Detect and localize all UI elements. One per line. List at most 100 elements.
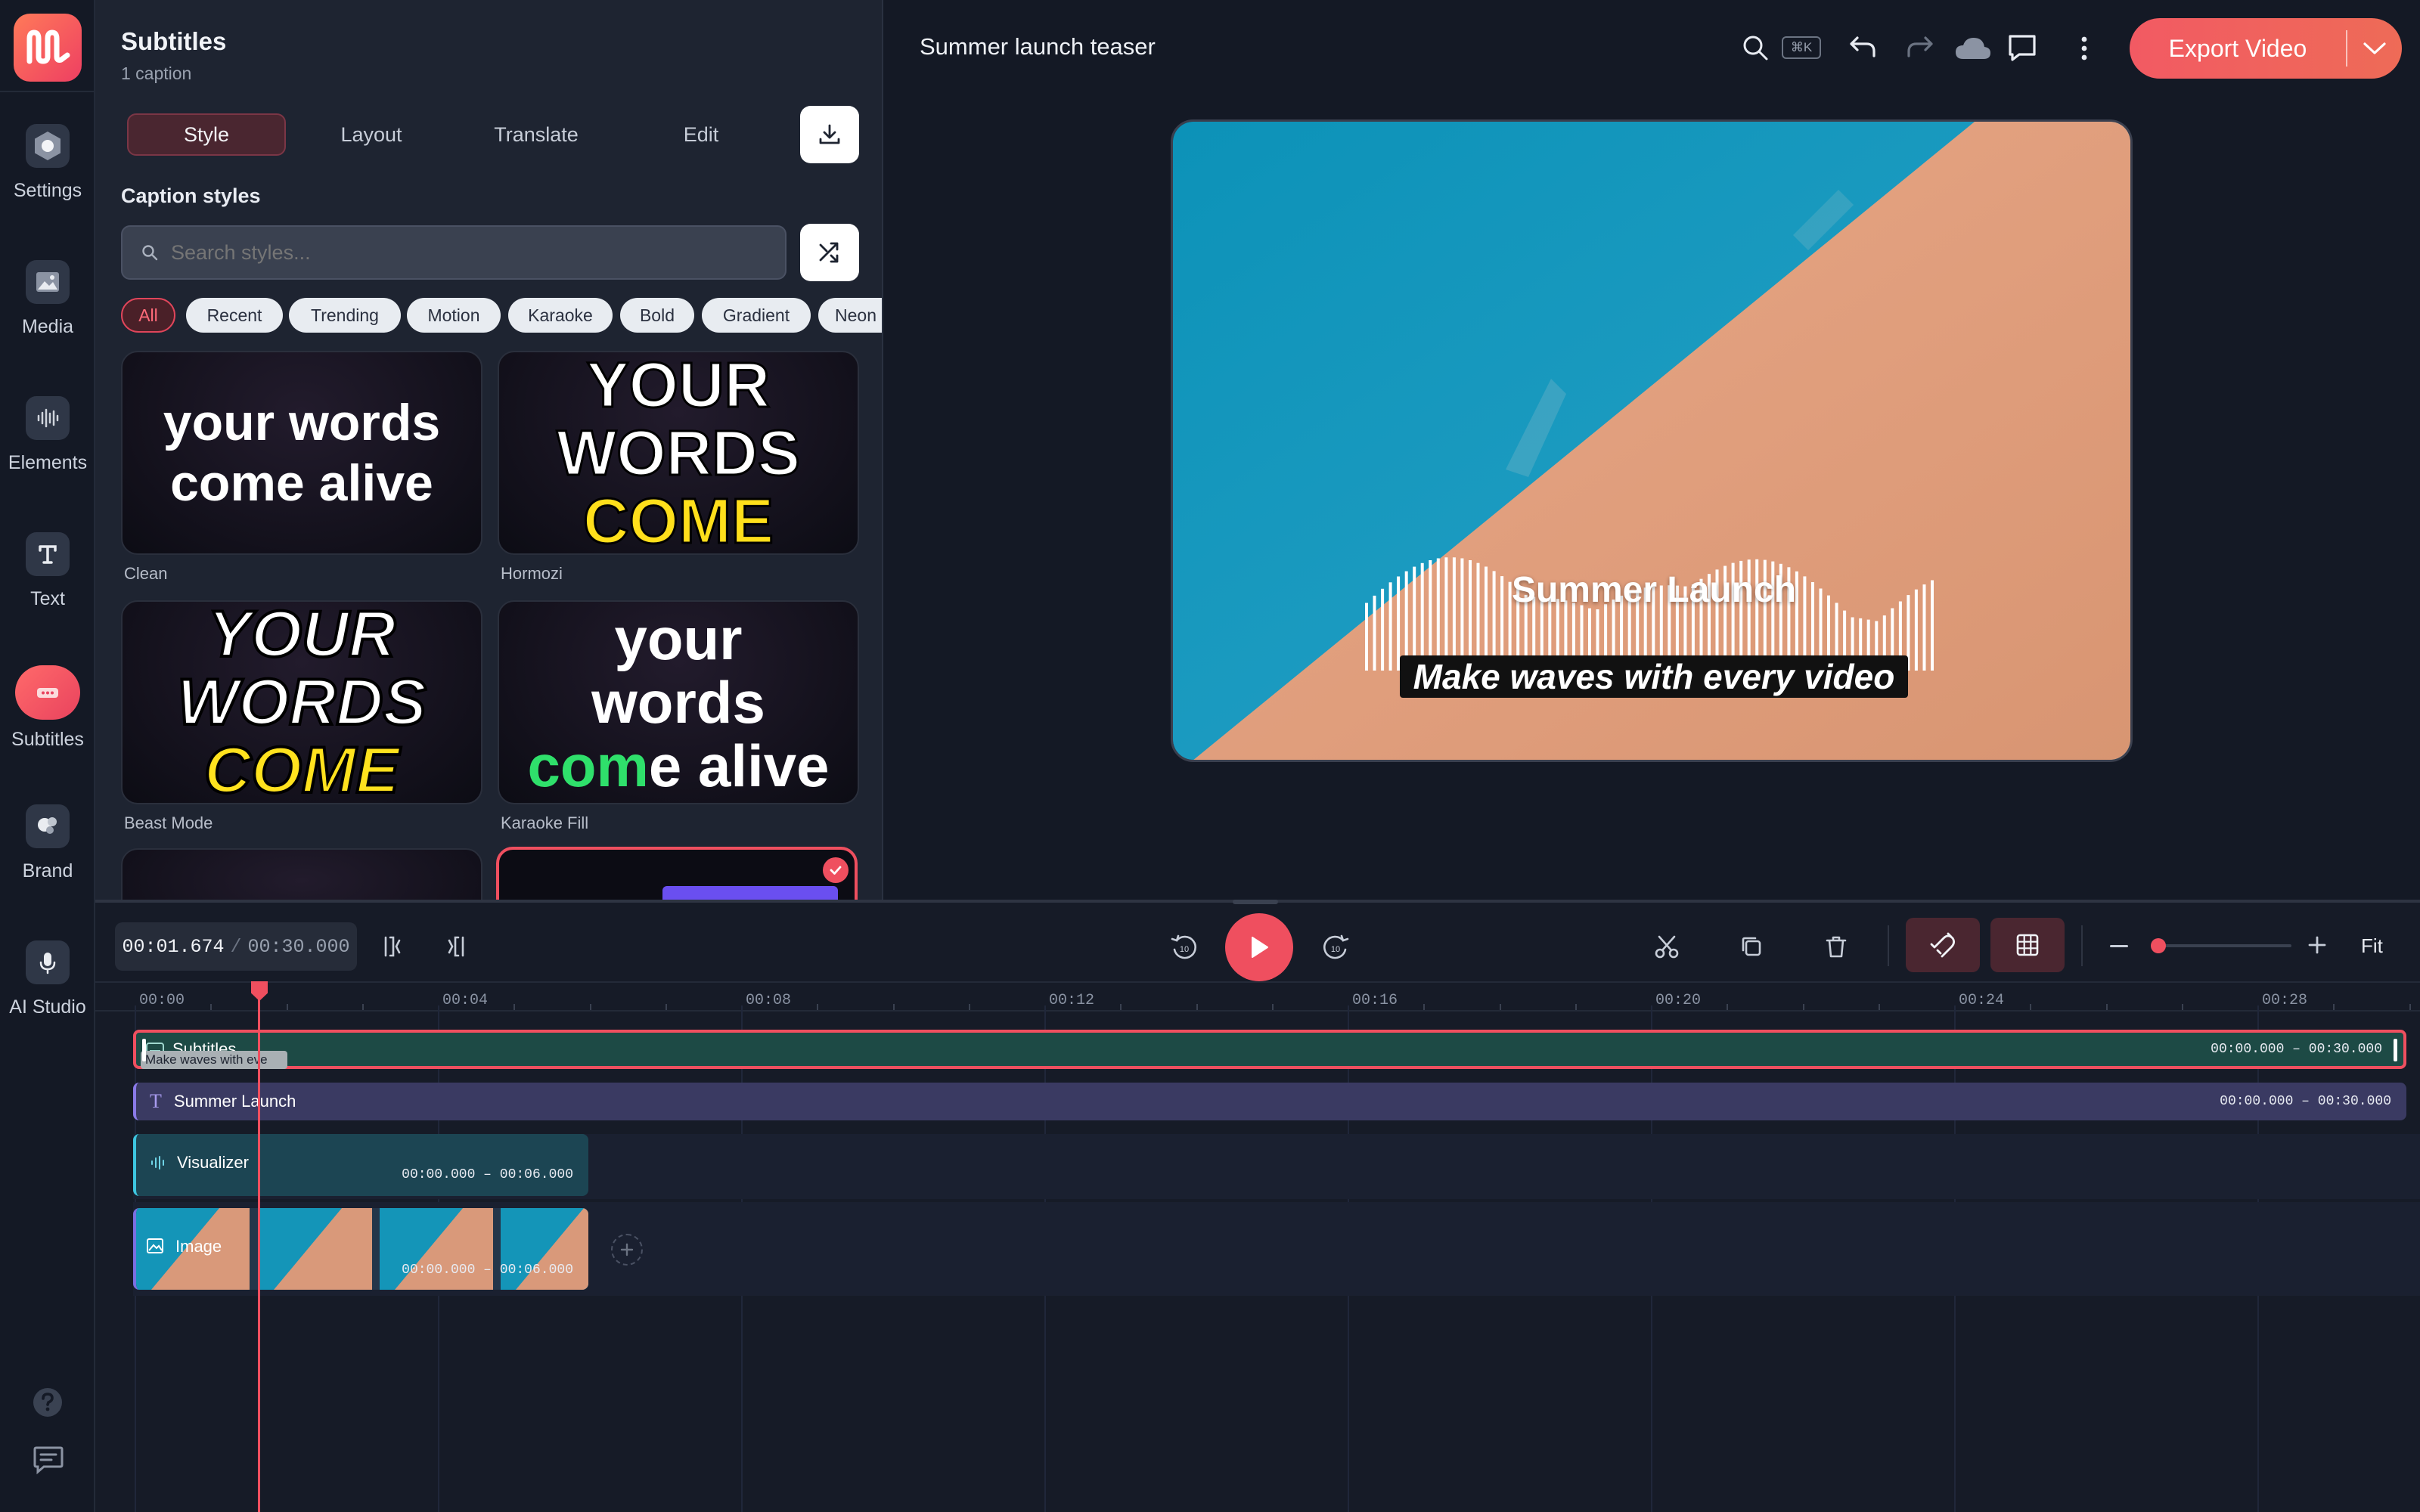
rewind-10-icon[interactable]: 10 [1165, 928, 1204, 968]
tab-style[interactable]: Style [127, 113, 286, 156]
playhead[interactable] [258, 983, 260, 1512]
more-options-icon[interactable] [2071, 33, 2098, 64]
grid-snap-button[interactable] [1990, 918, 2065, 972]
fit-button[interactable]: Fit [2361, 934, 2383, 958]
comment-icon[interactable] [2007, 33, 2037, 62]
trim-end-icon[interactable] [437, 928, 473, 965]
plus-icon [620, 1243, 634, 1256]
play-icon [1252, 937, 1268, 958]
download-icon [819, 124, 840, 144]
rail-label: Brand [22, 860, 73, 881]
tab-translate[interactable]: Translate [457, 113, 616, 156]
filter-trending[interactable]: Trending [289, 298, 401, 333]
style-name: Karaoke Fill [501, 813, 589, 832]
filter-motion[interactable]: Motion [407, 298, 501, 333]
section-title: Caption styles [121, 184, 261, 207]
chevron-down-icon [2363, 42, 2386, 54]
subtitles-track[interactable]: Subtitles 00:00.000 – 00:30.000 Make wav… [133, 1030, 2406, 1069]
text-icon [26, 532, 70, 576]
track-handle-left[interactable] [142, 1039, 146, 1061]
rail-item-subtitles[interactable]: Subtitles [0, 665, 95, 779]
rail-item-ai-studio[interactable]: AI Studio [0, 940, 95, 1054]
ruler-minor-tick [2181, 1004, 2183, 1010]
style-card-partial[interactable] [121, 848, 482, 900]
rail-item-text[interactable]: Text [0, 532, 95, 646]
caption-chip[interactable]: Make waves with eve [141, 1051, 287, 1069]
scissors-icon[interactable] [1649, 928, 1685, 965]
style-card-clean[interactable]: your words come alive [121, 351, 482, 555]
filter-gradient[interactable]: Gradient [702, 298, 811, 333]
preview-caption[interactable]: Make waves with every video [1400, 655, 1908, 698]
duplicate-icon[interactable] [1733, 928, 1770, 965]
rail-item-settings[interactable]: Settings [0, 124, 95, 237]
rail-item-brand[interactable]: Brand [0, 804, 95, 918]
magnet-snap-button[interactable] [1906, 918, 1980, 972]
text-track[interactable]: T Summer Launch 00:00.000 – 00:30.000 [133, 1083, 2406, 1120]
video-preview[interactable]: Summer Launch Make waves with every vide… [1171, 119, 2133, 762]
zoom-out-icon[interactable] [2102, 933, 2136, 960]
feedback-icon[interactable] [32, 1445, 65, 1476]
play-button[interactable] [1225, 913, 1293, 981]
preview-line: WORDS [175, 666, 428, 739]
ruler-minor-tick [1727, 1004, 1729, 1010]
add-clip-button[interactable] [611, 1234, 643, 1266]
preview-line: YOUR [206, 600, 397, 671]
project-title[interactable]: Summer launch teaser [920, 33, 1156, 60]
download-button[interactable] [800, 106, 859, 163]
redo-icon[interactable] [1904, 33, 1934, 60]
style-card-selected[interactable] [496, 847, 858, 900]
zoom-slider[interactable] [2151, 938, 2291, 953]
forward-10-icon[interactable]: 10 [1316, 928, 1355, 968]
zoom-in-icon[interactable] [2302, 930, 2332, 960]
filter-recent[interactable]: Recent [186, 298, 283, 333]
preview-title-text[interactable]: Summer Launch [1173, 569, 2130, 611]
image-icon [147, 1238, 163, 1253]
rail-item-elements[interactable]: Elements [0, 396, 95, 510]
rail-label: Settings [13, 180, 82, 201]
style-card-karaoke-fill[interactable]: your words come alive [498, 600, 859, 804]
tab-edit[interactable]: Edit [622, 113, 780, 156]
app-logo[interactable] [14, 14, 82, 82]
ruler-tick-label: 00:20 [1655, 992, 1702, 1009]
preview-line: your [614, 606, 743, 672]
filter-bold[interactable]: Bold [620, 298, 694, 333]
ruler-minor-tick [2030, 1004, 2032, 1010]
ruler-minor-tick [2333, 1004, 2335, 1010]
style-card-beast-mode[interactable]: YOUR WORDS COME [121, 600, 482, 804]
export-dropdown[interactable] [2347, 41, 2402, 56]
help-icon[interactable] [32, 1387, 64, 1418]
track-range: 00:00.000 – 00:30.000 [2211, 1042, 2382, 1057]
grid-icon [2016, 934, 2039, 956]
ruler-minor-tick [1499, 1004, 1501, 1010]
panel-title: Subtitles [121, 27, 227, 55]
style-card-hormozi[interactable]: YOUR WORDS COME [498, 351, 859, 555]
undo-icon[interactable] [1848, 33, 1879, 60]
export-video-button[interactable]: Export Video [2130, 18, 2402, 79]
delete-icon[interactable] [1818, 928, 1854, 965]
search-icon[interactable] [1741, 33, 1770, 62]
text-icon: T [150, 1090, 162, 1112]
cloud-icon[interactable] [1953, 35, 1992, 62]
search-input[interactable] [171, 230, 761, 275]
resize-handle[interactable] [1233, 900, 1278, 904]
filter-karaoke[interactable]: Karaoke [508, 298, 613, 333]
ruler-tick-label: 00:16 [1352, 992, 1398, 1009]
preview-line: come alive [170, 454, 433, 512]
tab-layout[interactable]: Layout [292, 113, 451, 156]
shuffle-button[interactable] [800, 224, 859, 281]
ruler-tick-label: 00:12 [1049, 992, 1095, 1009]
filter-neon[interactable]: Neon [818, 298, 882, 333]
toolbar-divider [1888, 925, 1889, 966]
ruler-tick-label: 00:04 [442, 992, 489, 1009]
image-track[interactable]: Image 00:00.000 – 00:06.000 [133, 1208, 588, 1290]
visualizer-track[interactable]: Visualizer 00:00.000 – 00:06.000 [133, 1134, 588, 1196]
svg-text:10: 10 [1331, 945, 1340, 954]
track-handle-right[interactable] [2394, 1039, 2397, 1061]
filter-all[interactable]: All [121, 298, 175, 333]
trim-start-icon[interactable] [375, 928, 411, 965]
zoom-slider-knob[interactable] [2151, 938, 2166, 953]
search-box[interactable] [121, 225, 786, 280]
track-label: Image [175, 1237, 222, 1256]
rail-item-media[interactable]: Media [0, 260, 95, 373]
preview-line: WORDS [556, 417, 802, 488]
